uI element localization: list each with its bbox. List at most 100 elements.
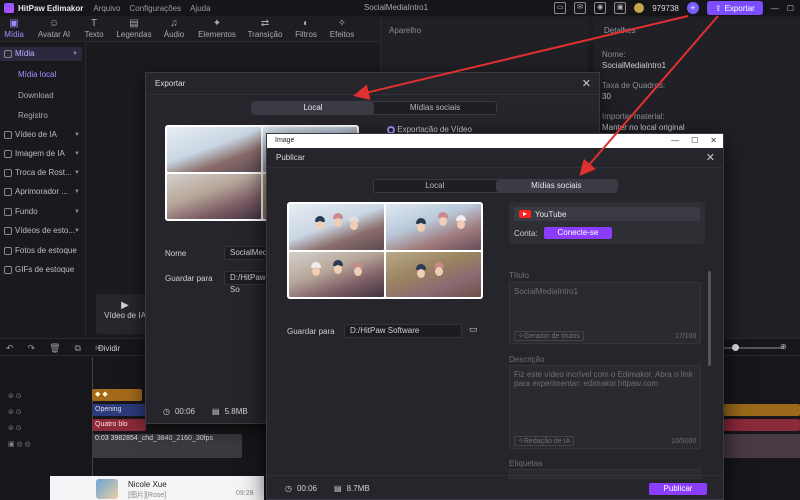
face-shape — [312, 266, 320, 276]
export-button[interactable]: ⇪ Exportar — [706, 1, 763, 15]
face-shape — [439, 217, 447, 226]
track-controls[interactable]: ⊘ ⊙ ⊘ ⊙ ⊘ ⊙ ▣ ◎ ◎ — [8, 389, 31, 453]
menu-settings[interactable]: Configurações — [129, 4, 181, 13]
chevron-down-icon: ▼ — [74, 189, 80, 195]
tab-subtitles[interactable]: ▤ Legendas — [112, 18, 156, 39]
mail-icon[interactable]: ✉ — [574, 2, 587, 14]
maximize-icon[interactable]: ☐ — [787, 4, 794, 13]
face-shape — [417, 268, 425, 278]
platform-youtube[interactable]: YouTube — [514, 207, 700, 221]
gif-icon — [4, 266, 12, 274]
track-clip-opening[interactable]: Opening — [92, 404, 146, 416]
sidebar-item-ai-image[interactable]: Imagem de IA ▼ — [4, 147, 84, 161]
minimize-icon[interactable]: — — [671, 134, 679, 148]
close-icon[interactable]: ✕ — [582, 73, 591, 95]
fps-value: 30 — [602, 92, 611, 101]
chevron-down-icon: ▼ — [72, 51, 78, 57]
sidebar-item-local-media[interactable]: Mídia local — [18, 70, 56, 79]
redo-icon[interactable]: ↷ — [28, 343, 36, 354]
publish-duration: 00:06 — [296, 484, 318, 493]
user-icon[interactable]: ◉ — [594, 2, 607, 14]
tags-field[interactable] — [509, 469, 701, 479]
import-label: Importar material: — [602, 112, 665, 121]
tab-social-media[interactable]: Mídias sociais — [495, 180, 617, 192]
tab-elements[interactable]: ✦ Elementos — [195, 18, 239, 39]
minimize-icon[interactable]: — — [771, 4, 779, 13]
track-clip-right-2[interactable] — [724, 419, 800, 431]
track-clip-video[interactable]: 0:03 3982854_chd_3840_2160_30fps — [92, 434, 242, 458]
tab-audio[interactable]: ♫ Áudio — [152, 18, 196, 39]
save-path-field[interactable]: D:/HitPaw Software — [344, 324, 462, 338]
sidebar-item-ai-video[interactable]: Vídeo de IA ▼ — [4, 128, 84, 142]
face-shape — [334, 218, 342, 227]
timeline-toolbar: ↶ ↷ 🗑 ⧉ ✂ — [6, 343, 103, 354]
sidebar-item-face-swap[interactable]: Troca de Rost... ▼ — [4, 166, 84, 180]
face-shape — [334, 264, 342, 274]
tab-effects[interactable]: ✧ Efeitos — [320, 18, 364, 39]
preview-frame-3 — [289, 251, 384, 297]
tab-text[interactable]: T Texto — [72, 18, 116, 39]
track-clip-right-1[interactable] — [724, 404, 800, 416]
menu-file[interactable]: Arquivo — [93, 4, 120, 13]
tab-avatar-ai[interactable]: ☺ Avatar AI — [32, 18, 76, 39]
chevron-down-icon: ▼ — [74, 151, 80, 157]
inbox-icon[interactable]: ▭ — [554, 2, 567, 14]
tab-local[interactable]: Local — [374, 180, 496, 192]
track-clip-right-3[interactable] — [724, 434, 800, 458]
sidebar-item-background[interactable]: Fundo ▼ — [4, 205, 84, 219]
screen-icon[interactable]: ▣ — [614, 2, 627, 14]
chat-notification[interactable]: Nicole Xue [图片][Rose] 09:28 — [50, 476, 264, 500]
sidebar-item-stock-photos[interactable]: Fotos de estoque — [4, 244, 84, 258]
preview-frame-4 — [386, 251, 481, 297]
maximize-icon[interactable]: ☐ — [691, 134, 698, 148]
tab-local[interactable]: Local — [252, 102, 374, 114]
preview-frame-2 — [386, 204, 481, 250]
add-coins-icon[interactable]: + — [686, 2, 699, 14]
sidebar-item-media[interactable]: Mídia ▼ — [0, 47, 82, 61]
undo-icon[interactable]: ↶ — [6, 343, 14, 354]
app-name: HitPaw Edimakor — [18, 3, 84, 13]
menu-help[interactable]: Ajuda — [190, 4, 210, 13]
title-generator-button[interactable]: ✧Gerador de títulos — [514, 331, 584, 341]
track-clip-sticker[interactable]: ◆ ◆ — [92, 389, 142, 401]
avatar-icon: ☺ — [48, 18, 60, 29]
connect-button[interactable]: Conecte-se — [544, 227, 612, 239]
fps-label: Taxa de Quadros: — [602, 81, 666, 90]
tab-transition[interactable]: ⇄ Transição — [243, 18, 287, 39]
export-dialog-header: Exportar ✕ — [146, 73, 599, 95]
tab-media[interactable]: ▣ Mídia — [0, 18, 36, 39]
sidebar-item-stock-video[interactable]: Vídeos de esto... ▼ — [4, 224, 84, 238]
delete-icon[interactable]: 🗑 — [49, 343, 60, 354]
close-icon[interactable]: ✕ — [710, 134, 717, 148]
split-label[interactable]: Dividir — [98, 344, 120, 353]
export-duration: 00:06 — [174, 407, 196, 416]
chevron-down-icon: ▼ — [74, 132, 80, 138]
track-clip-four-blocks[interactable]: Quatro blo — [92, 419, 146, 431]
notification-name: Nicole Xue — [128, 480, 167, 489]
save-path-field[interactable]: D:/HitPaw So — [224, 271, 270, 294]
face-shape — [457, 220, 465, 229]
sidebar-item-enhancer[interactable]: Aprimorador ... ▼ — [4, 185, 84, 199]
preview-frame-3 — [167, 174, 261, 219]
zoom-handle[interactable] — [732, 344, 739, 351]
sidebar-item-stock-gifs[interactable]: GIFs de estoque — [4, 263, 84, 277]
youtube-account-card: YouTube Conta: Conecte-se — [509, 202, 705, 244]
ai-writing-button[interactable]: ✧Redação de IA — [514, 436, 575, 446]
effects-icon: ✧ — [337, 18, 347, 29]
file-size-icon: ▤ — [212, 407, 220, 416]
clock-icon: ◷ — [163, 407, 170, 416]
youtube-icon — [519, 210, 531, 218]
image-window: Image — ☐ ✕ Publicar ✕ Local Mídias soci… — [266, 133, 724, 500]
sidebar-item-download[interactable]: Download — [18, 91, 54, 100]
publish-tab-switch: Local Mídias sociais — [373, 179, 618, 193]
name-field[interactable]: SocialMed — [224, 246, 270, 260]
close-icon[interactable]: ✕ — [706, 148, 715, 168]
sidebar-item-history[interactable]: Registro — [18, 111, 48, 120]
publish-button[interactable]: Publicar — [649, 483, 707, 495]
tab-social-media[interactable]: Mídias sociais — [374, 102, 496, 114]
folder-icon[interactable]: ▭ — [469, 324, 478, 335]
crop-icon[interactable]: ⧉ — [75, 343, 81, 354]
zoom-in-icon[interactable]: ⊕ — [780, 342, 787, 351]
tab-details[interactable]: Detalhes — [604, 26, 636, 35]
scrollbar[interactable] — [708, 271, 711, 366]
